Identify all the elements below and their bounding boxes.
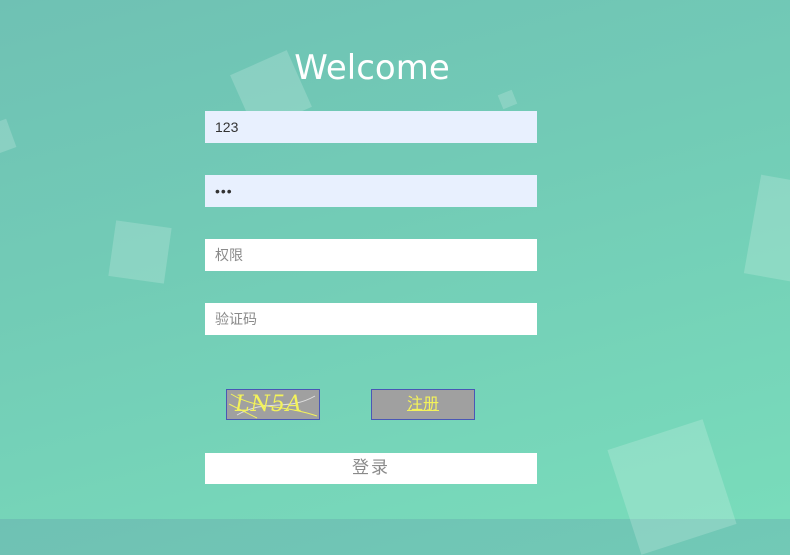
decorative-square <box>108 220 172 284</box>
decorative-square <box>607 419 737 555</box>
decorative-square <box>0 118 17 156</box>
login-button[interactable]: 登录 <box>205 453 537 484</box>
page-title: Welcome <box>294 48 450 88</box>
decorative-square <box>743 174 790 286</box>
password-input[interactable] <box>205 175 537 207</box>
captcha-text: LN5A <box>235 392 303 417</box>
verification-code-input[interactable] <box>205 303 537 335</box>
register-button-label: 注册 <box>406 394 439 413</box>
register-button[interactable]: 注册 <box>371 389 475 420</box>
username-input[interactable] <box>205 111 537 143</box>
captcha-image[interactable]: LN5A <box>226 389 320 420</box>
permission-input[interactable] <box>205 239 537 271</box>
decorative-square <box>497 89 518 110</box>
